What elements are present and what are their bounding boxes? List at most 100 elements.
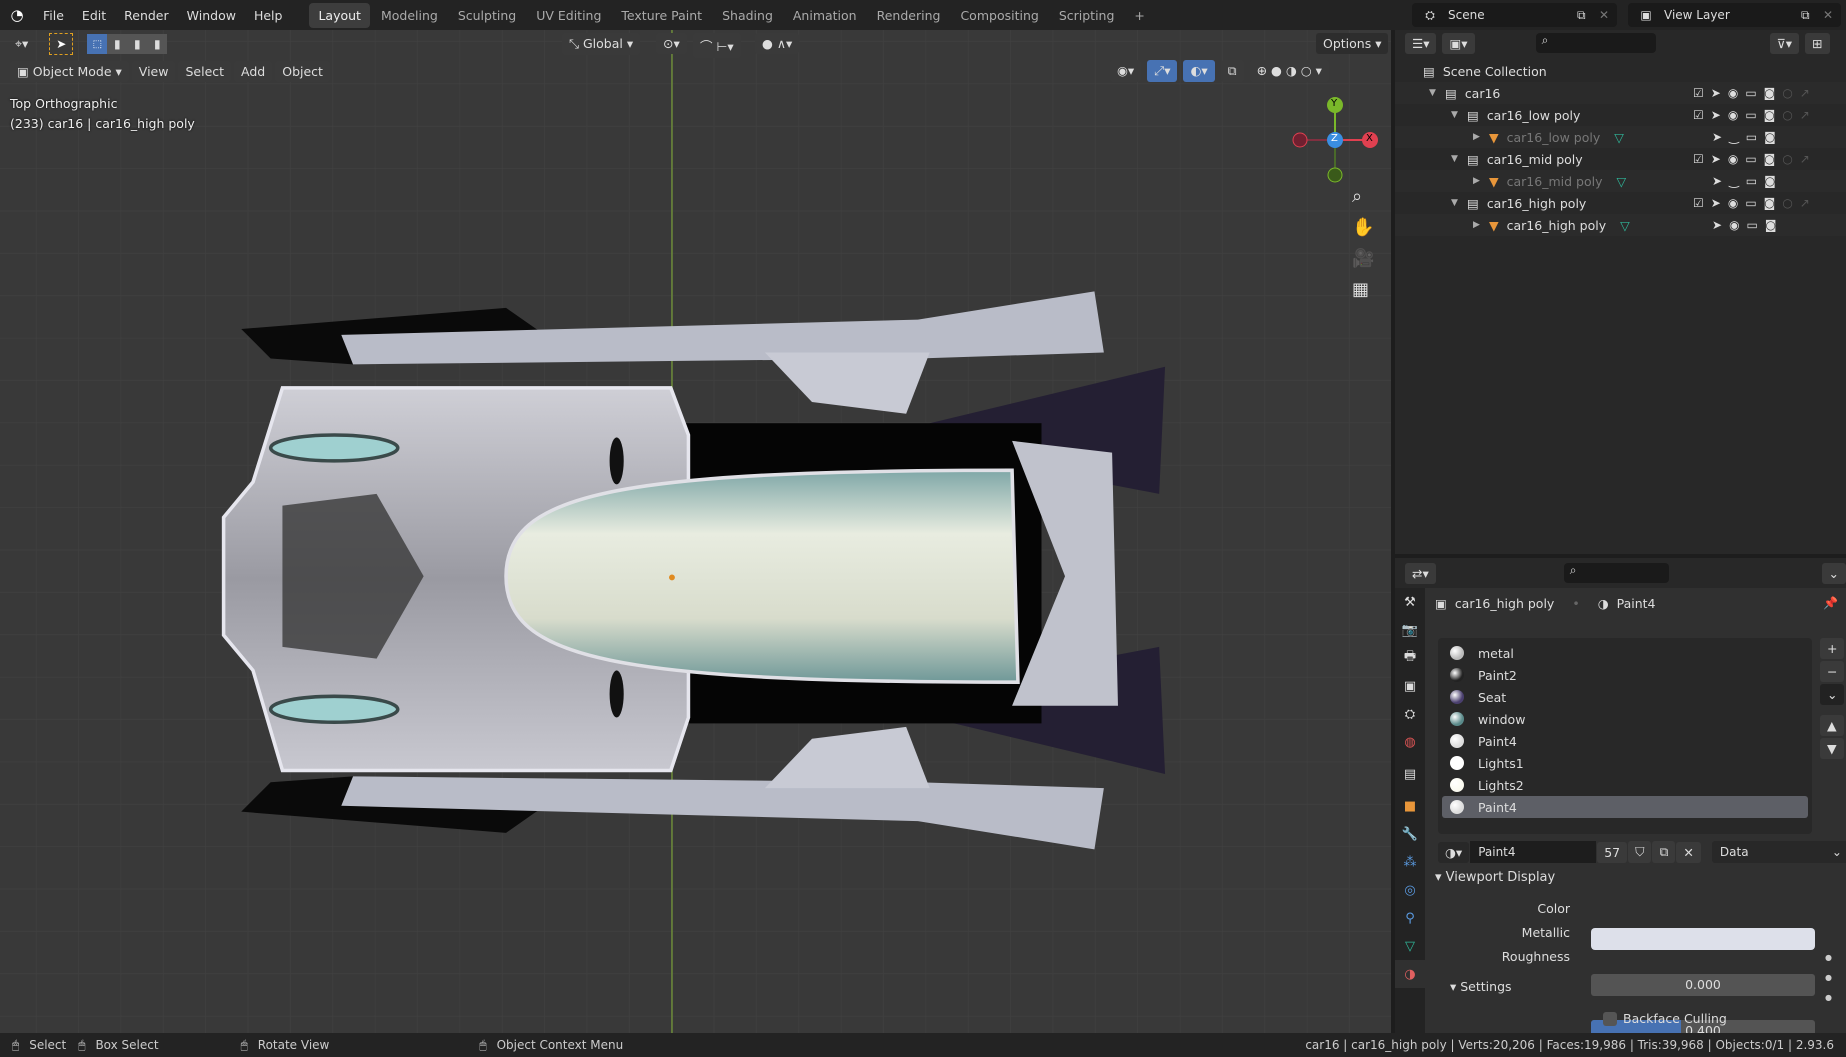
snap-toggle[interactable]: ⌒ ⊢▾ — [693, 33, 741, 58]
navigation-gizmo[interactable]: Y X Z — [1290, 95, 1380, 185]
physics-icon[interactable]: ◎ — [1395, 876, 1425, 904]
mesh-data-icon[interactable]: ▽ — [1395, 932, 1425, 960]
pivot-dropdown[interactable]: ⊙▾ — [656, 33, 687, 54]
tab-layout[interactable]: Layout — [309, 2, 370, 28]
viewport-display-icon[interactable]: ▭ — [1746, 130, 1757, 144]
render-camera-icon[interactable]: ◙ — [1764, 86, 1776, 100]
selectable-icon[interactable]: ➤ — [1712, 130, 1722, 144]
slot-specials-button[interactable]: ⌄ — [1820, 684, 1845, 705]
expand-arrow-icon[interactable]: ▼ — [1429, 88, 1445, 98]
zoom-icon[interactable]: ⌕ — [1352, 186, 1374, 207]
constraints-icon[interactable]: ⚲ — [1395, 904, 1425, 932]
exclude-checkbox[interactable]: ☑ — [1693, 108, 1704, 122]
indirect-only-icon[interactable]: ↗ — [1800, 108, 1810, 122]
menu-view[interactable]: View — [131, 60, 176, 82]
display-mode-dropdown[interactable]: ☰▾ — [1405, 32, 1437, 54]
tab-scripting[interactable]: Scripting — [1050, 3, 1124, 28]
pan-hand-icon[interactable]: ✋ — [1352, 217, 1374, 238]
menu-window[interactable]: Window — [178, 8, 245, 23]
editor-type-icon[interactable]: ⌖▾ — [8, 33, 35, 55]
viewport-display-panel-header[interactable]: ▾ Viewport Display — [1435, 870, 1555, 885]
collection-icon[interactable]: ▤ — [1395, 760, 1425, 788]
material-name-field[interactable]: Paint4 — [1470, 841, 1597, 863]
select-tool-icon[interactable]: ➤ — [49, 33, 74, 55]
material-icon[interactable]: ◑ — [1395, 960, 1425, 988]
shading-modes[interactable]: ⊕ ● ◑ ○ ▾ — [1249, 60, 1329, 82]
world-icon[interactable]: ◍ — [1395, 728, 1425, 756]
metallic-slider[interactable]: 0.000 — [1591, 974, 1815, 996]
output-icon[interactable]: 🖶 — [1395, 644, 1425, 672]
view-layer-name[interactable]: View Layer — [1664, 8, 1801, 22]
intersect-select-icon[interactable]: ▮ — [147, 34, 168, 54]
outliner-row[interactable]: ▶ ▼ car16_high poly ▽ ➤ ◉ ▭ ◙ — [1395, 214, 1846, 236]
holdout-icon[interactable]: ○ — [1782, 196, 1792, 210]
backface-culling-checkbox[interactable]: Backface Culling — [1603, 1011, 1727, 1026]
camera-view-icon[interactable]: 🎥 — [1352, 248, 1374, 269]
selectable-icon[interactable]: ➤ — [1711, 196, 1721, 210]
outliner-row[interactable]: ▼ ▤ car16_high poly ☑ ➤ ◉ ▭ ◙ ○ ↗ — [1395, 192, 1846, 214]
pin-icon[interactable]: 📌 — [1823, 596, 1838, 610]
selectable-icon[interactable]: ➤ — [1711, 152, 1721, 166]
menu-object[interactable]: Object — [275, 60, 330, 82]
exclude-checkbox[interactable]: ☑ — [1693, 152, 1704, 166]
move-slot-up-button[interactable]: ▲ — [1820, 715, 1845, 736]
properties-search[interactable]: ⌕ — [1563, 563, 1669, 583]
eye-icon[interactable]: ◉ — [1729, 218, 1739, 232]
indirect-only-icon[interactable]: ↗ — [1800, 152, 1810, 166]
new-view-layer-icon[interactable]: ⧉ — [1801, 8, 1823, 23]
close-icon[interactable]: ✕ — [1599, 8, 1617, 22]
material-slot[interactable]: Lights1 — [1442, 752, 1808, 774]
outliner-row[interactable]: ▼ ▤ car16 ☑ ➤ ◉ ▭ ◙ ○ ↗ — [1395, 82, 1846, 104]
filter-icon[interactable]: ⊽▾ — [1769, 32, 1800, 54]
modifier-icon[interactable]: 🔧 — [1395, 820, 1425, 848]
add-slot-button[interactable]: + — [1820, 638, 1845, 659]
render-icon[interactable]: 📷 — [1395, 616, 1425, 644]
exclude-checkbox[interactable]: ☑ — [1693, 196, 1704, 210]
eye-icon[interactable]: ◉ — [1728, 196, 1738, 210]
options-dropdown[interactable]: Options ▾ — [1316, 33, 1389, 54]
tab-sculpting[interactable]: Sculpting — [449, 3, 525, 28]
selectable-icon[interactable]: ➤ — [1711, 108, 1721, 122]
indirect-only-icon[interactable]: ↗ — [1800, 196, 1810, 210]
outliner-search[interactable]: ⌕ — [1535, 33, 1656, 53]
tab-animation[interactable]: Animation — [784, 3, 866, 28]
material-slot[interactable]: Paint4 — [1442, 730, 1808, 752]
add-workspace-button[interactable]: + — [1125, 3, 1153, 28]
color-swatch[interactable] — [1591, 928, 1815, 950]
scene-name[interactable]: Scene — [1448, 8, 1577, 22]
selectable-icon[interactable]: ➤ — [1711, 86, 1721, 100]
scene-collection-row[interactable]: ▤ Scene Collection — [1395, 60, 1846, 82]
user-count[interactable]: 57 — [1597, 841, 1628, 863]
scene-selector[interactable]: ⛭ Scene ⧉ ✕ — [1412, 3, 1617, 27]
menu-add[interactable]: Add — [234, 60, 273, 82]
view-layer-selector[interactable]: ▣ View Layer ⧉ ✕ — [1628, 3, 1841, 27]
tab-compositing[interactable]: Compositing — [951, 3, 1047, 28]
outliner-row[interactable]: ▶ ▼ car16_mid poly ▽ ➤ ‿ ▭ ◙ — [1395, 170, 1846, 192]
hidden-icon[interactable]: ‿ — [1729, 130, 1739, 144]
material-slot[interactable]: Seat — [1442, 686, 1808, 708]
eye-icon[interactable]: ◉ — [1728, 86, 1738, 100]
material-slot[interactable]: Lights2 — [1442, 774, 1808, 796]
link-dropdown[interactable]: Data ⌄ — [1711, 841, 1846, 863]
viewport-display-icon[interactable]: ▭ — [1747, 218, 1758, 232]
overlay-toggle[interactable]: ◐▾ — [1183, 60, 1215, 82]
disclosure-arrow-icon[interactable]: ▶ — [1473, 176, 1489, 186]
tab-shading[interactable]: Shading — [713, 3, 782, 28]
selectable-icon[interactable]: ➤ — [1712, 218, 1722, 232]
outliner-row[interactable]: ▼ ▤ car16_low poly ☑ ➤ ◉ ▭ ◙ ○ ↗ — [1395, 104, 1846, 126]
extend-select-icon[interactable]: ▮ — [107, 34, 128, 54]
gizmo-toggle[interactable]: ⤢▾ — [1147, 60, 1178, 82]
new-scene-icon[interactable]: ⧉ — [1577, 8, 1599, 23]
material-slot[interactable]: Paint2 — [1442, 664, 1808, 686]
render-camera-icon[interactable]: ◙ — [1764, 130, 1776, 144]
box-select-mode-icons[interactable]: ⬚ — [87, 34, 108, 54]
proportional-edit-toggle[interactable]: ● ∧▾ — [755, 33, 800, 54]
render-camera-icon[interactable]: ◙ — [1764, 108, 1776, 122]
expand-arrow-icon[interactable]: ▼ — [1451, 198, 1467, 208]
close-icon[interactable]: ✕ — [1823, 8, 1841, 22]
particles-icon[interactable]: ⁂ — [1395, 848, 1425, 876]
material-slot[interactable]: Paint4 — [1442, 796, 1808, 818]
browse-material-dropdown[interactable]: ◑▾ — [1438, 841, 1470, 863]
viewport-display-icon[interactable]: ▭ — [1745, 196, 1756, 210]
outliner-row[interactable]: ▶ ▼ car16_low poly ▽ ➤ ‿ ▭ ◙ — [1395, 126, 1846, 148]
